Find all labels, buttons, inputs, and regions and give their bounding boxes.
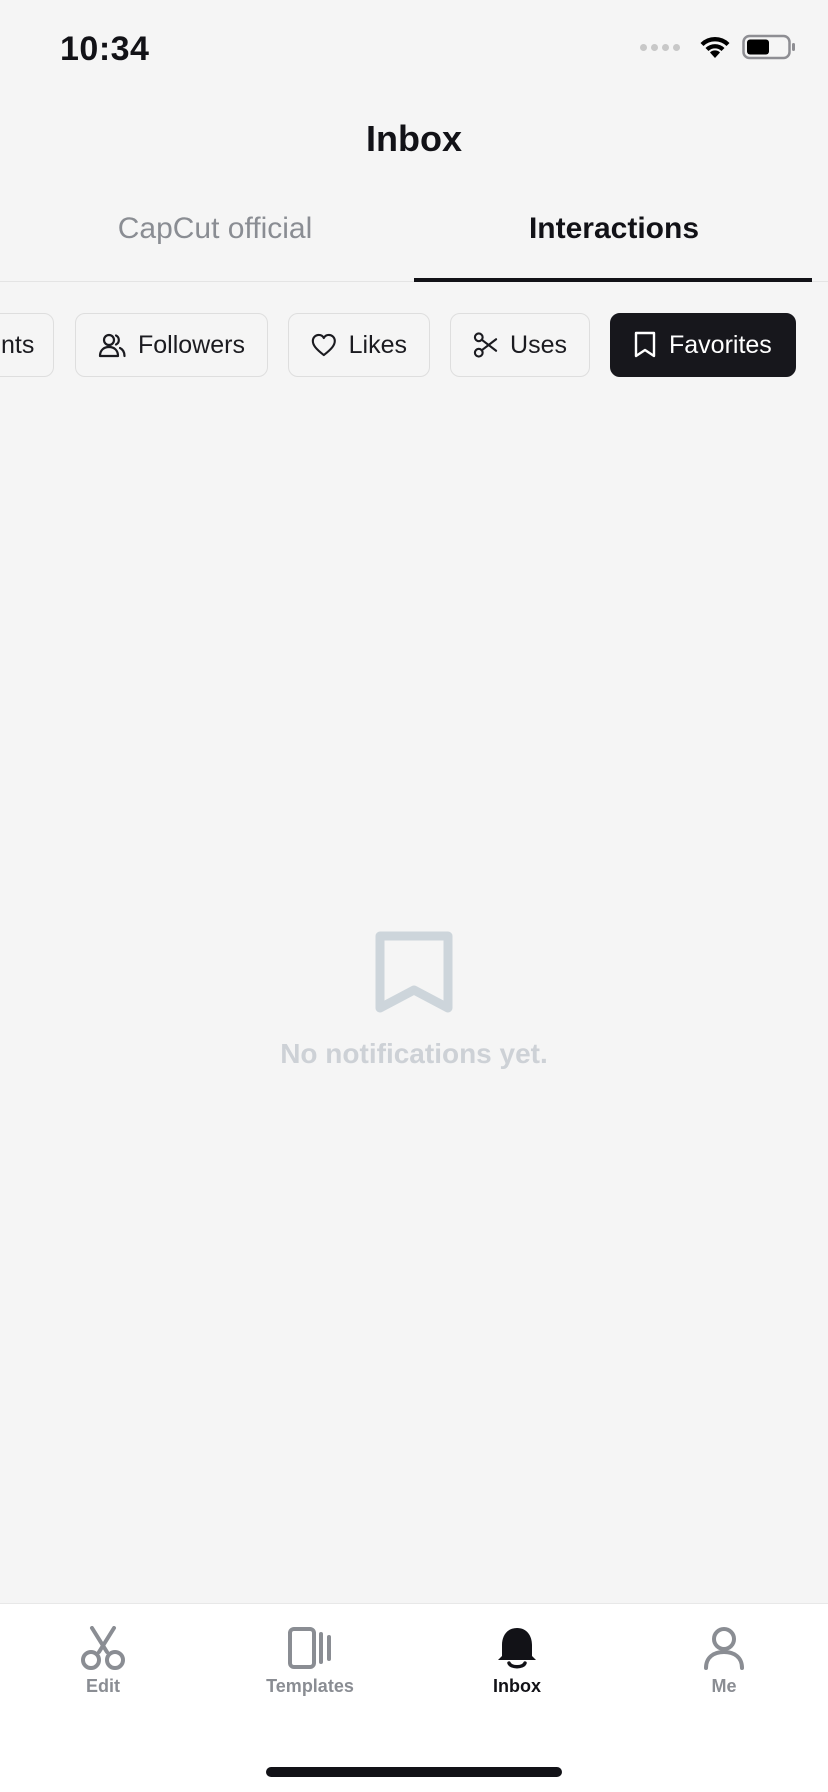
filter-chip-label: Likes xyxy=(348,330,407,359)
filter-chips: nts Followers Likes Uses Favorites xyxy=(0,313,828,377)
status-indicators xyxy=(640,34,796,60)
battery-icon xyxy=(742,34,795,60)
empty-state-message: No notifications yet. xyxy=(280,1038,548,1069)
heart-icon xyxy=(311,333,336,357)
bell-icon xyxy=(498,1628,536,1669)
nav-item-me[interactable]: Me xyxy=(644,1626,804,1697)
nav-item-templates[interactable]: Templates xyxy=(230,1626,390,1697)
nav-label: Inbox xyxy=(493,1676,541,1696)
cellular-signal-icon xyxy=(640,43,680,51)
wifi-icon xyxy=(700,36,730,58)
bookmark-icon xyxy=(375,931,453,1013)
filter-chip-favorites[interactable]: Favorites xyxy=(610,313,796,377)
scissors-icon xyxy=(81,1626,125,1670)
bottom-nav: Edit Templates Inbox Me xyxy=(0,1603,828,1792)
templates-icon xyxy=(288,1627,331,1669)
bookmark-icon xyxy=(634,331,656,358)
filter-chip-label: Favorites xyxy=(669,330,772,359)
nav-item-inbox[interactable]: Inbox xyxy=(437,1626,597,1697)
filter-chip-label: Uses xyxy=(510,330,567,359)
nav-label: Templates xyxy=(266,1676,354,1696)
inbox-tabs: CapCut official Interactions xyxy=(0,200,828,282)
page-title: Inbox xyxy=(366,118,462,159)
tab-capcut-official[interactable]: CapCut official xyxy=(15,212,415,246)
status-bar: 10:34 xyxy=(0,0,828,100)
nav-label: Edit xyxy=(86,1676,120,1696)
active-tab-indicator xyxy=(414,278,812,282)
filter-chip-comments[interactable]: nts xyxy=(0,313,54,377)
nav-item-edit[interactable]: Edit xyxy=(23,1626,183,1697)
followers-icon xyxy=(98,333,126,358)
filter-chip-likes[interactable]: Likes xyxy=(288,313,430,377)
filter-chip-uses[interactable]: Uses xyxy=(450,313,590,377)
home-indicator xyxy=(266,1767,562,1777)
filter-chip-label: Followers xyxy=(138,330,245,359)
filter-chip-label: nts xyxy=(1,330,35,359)
filter-chip-followers[interactable]: Followers xyxy=(75,313,268,377)
status-time: 10:34 xyxy=(60,30,150,68)
scissors-icon xyxy=(473,332,498,358)
person-icon xyxy=(704,1627,744,1670)
nav-label: Me xyxy=(711,1676,737,1696)
tab-interactions[interactable]: Interactions xyxy=(414,212,814,246)
empty-state: No notifications yet. xyxy=(0,930,828,1070)
